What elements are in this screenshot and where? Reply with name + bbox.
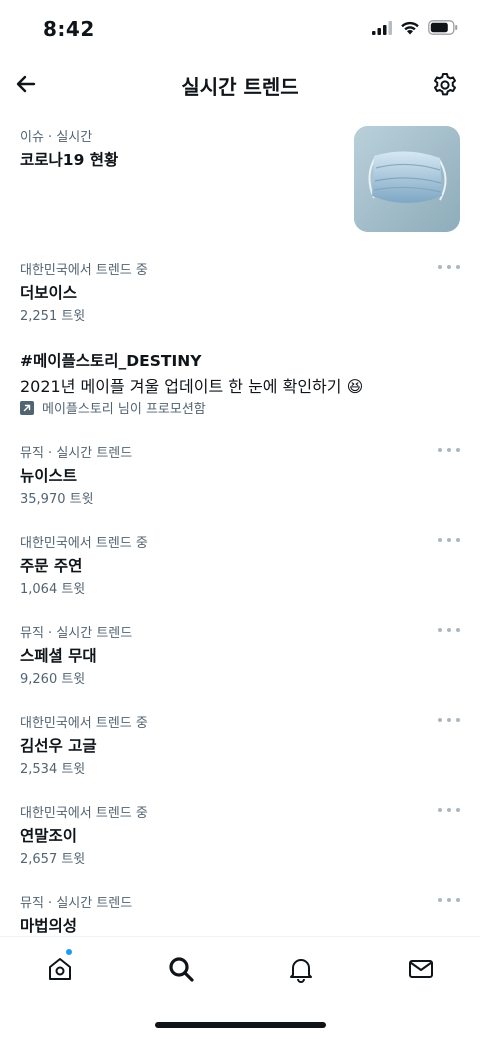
trend-tweet-count: 2,534 트윗 — [20, 762, 86, 777]
trend-tweet-count: 35,970 트윗 — [20, 492, 94, 507]
promoted-by: 메이플스토리 님이 프로모션함 — [20, 398, 206, 417]
trend-item[interactable]: 뮤직 · 실시간 트렌드 스페셜 무대 9,260 트윗 — [0, 615, 480, 695]
trend-name: 주문 주연 — [20, 557, 83, 575]
trend-item[interactable]: 대한민국에서 트렌드 중 연말조이 2,657 트윗 — [0, 795, 480, 875]
more-options-button[interactable] — [438, 443, 460, 457]
dot-icon — [438, 808, 442, 812]
dot-icon — [438, 628, 442, 632]
dot-icon — [456, 448, 460, 452]
promoted-trend[interactable]: #메이플스토리_DESTINY 2021년 메이플 겨울 업데이트 한 눈에 확… — [0, 340, 480, 424]
trend-context: 이슈 · 실시간 — [20, 130, 93, 145]
battery-icon — [428, 20, 458, 35]
dot-icon — [438, 718, 442, 722]
home-icon — [49, 958, 71, 980]
dot-icon — [456, 265, 460, 269]
more-options-button[interactable] — [438, 533, 460, 547]
promoted-description: 2021년 메이플 겨울 업데이트 한 눈에 확인하기 😆 — [20, 373, 363, 397]
settings-button[interactable] — [430, 70, 460, 100]
more-options-button[interactable] — [438, 893, 460, 907]
trend-item[interactable]: 뮤직 · 실시간 트렌드 마법의성 — [0, 885, 480, 935]
dot-icon — [456, 898, 460, 902]
promoted-by-label: 메이플스토리 님이 프로모션함 — [42, 402, 206, 417]
notification-dot — [65, 948, 73, 956]
face-mask-thumbnail[interactable] — [354, 126, 460, 232]
trend-item[interactable]: 대한민국에서 트렌드 중 김선우 고글 2,534 트윗 — [0, 705, 480, 785]
more-options-button[interactable] — [438, 260, 460, 274]
trend-item[interactable]: 대한민국에서 트렌드 중 더보이스 2,251 트윗 — [0, 252, 480, 332]
trend-tweet-count: 2,657 트윗 — [20, 852, 86, 867]
dot-icon — [456, 538, 460, 542]
page-title: 실시간 트렌드 — [181, 75, 299, 99]
dot-icon — [456, 628, 460, 632]
trend-item[interactable]: 대한민국에서 트렌드 중 주문 주연 1,064 트윗 — [0, 525, 480, 605]
trend-name: 연말조이 — [20, 827, 78, 845]
dot-icon — [447, 265, 451, 269]
dot-icon — [447, 718, 451, 722]
promoted-hashtag: #메이플스토리_DESTINY — [20, 352, 202, 370]
promoted-arrow-icon — [20, 400, 34, 415]
home-indicator — [155, 1022, 326, 1028]
dot-icon — [438, 448, 442, 452]
grinning-squinting-emoji: 😆 — [346, 377, 364, 396]
trend-name: 스페셜 무대 — [20, 647, 97, 665]
trend-context: 대한민국에서 트렌드 중 — [20, 716, 148, 731]
status-icons — [372, 20, 458, 35]
dot-icon — [438, 898, 442, 902]
trend-context: 대한민국에서 트렌드 중 — [20, 806, 148, 821]
wifi-icon — [401, 21, 419, 35]
more-options-button[interactable] — [438, 713, 460, 727]
dot-icon — [438, 538, 442, 542]
trend-context: 대한민국에서 트렌드 중 — [20, 536, 148, 551]
signal-icon — [372, 20, 392, 35]
tab-notifications[interactable] — [285, 953, 317, 985]
trend-context: 뮤직 · 실시간 트렌드 — [20, 446, 133, 461]
trend-item[interactable]: 뮤직 · 실시간 트렌드 뉴이스트 35,970 트윗 — [0, 435, 480, 515]
dot-icon — [447, 898, 451, 902]
tab-messages[interactable] — [405, 953, 437, 985]
trend-name: 더보이스 — [20, 284, 78, 302]
dot-icon — [456, 808, 460, 812]
dot-icon — [456, 718, 460, 722]
trend-context: 대한민국에서 트렌드 중 — [20, 263, 148, 278]
dot-icon — [447, 808, 451, 812]
more-options-button[interactable] — [438, 803, 460, 817]
dot-icon — [438, 265, 442, 269]
face-mask-image — [354, 126, 460, 232]
promoted-description-text: 2021년 메이플 겨울 업데이트 한 눈에 확인하기 — [20, 377, 342, 396]
trend-tweet-count: 2,251 트윗 — [20, 309, 86, 324]
header: 실시간 트렌드 — [0, 60, 480, 110]
trend-tweet-count: 9,260 트윗 — [20, 672, 86, 687]
more-options-button[interactable] — [438, 623, 460, 637]
status-time: 8:42 — [43, 17, 95, 41]
search-icon — [169, 957, 194, 982]
dot-icon — [447, 448, 451, 452]
trend-name: 뉴이스트 — [20, 467, 78, 485]
dot-icon — [447, 628, 451, 632]
mail-icon — [409, 960, 433, 978]
trend-name: 마법의성 — [20, 917, 78, 935]
trend-name: 김선우 고글 — [20, 737, 97, 755]
dot-icon — [447, 538, 451, 542]
status-bar: 8:42 — [0, 0, 480, 60]
tab-home[interactable] — [44, 953, 76, 985]
trend-context: 뮤직 · 실시간 트렌드 — [20, 626, 133, 641]
trend-context: 뮤직 · 실시간 트렌드 — [20, 896, 133, 911]
trend-tweet-count: 1,064 트윗 — [20, 582, 86, 597]
tab-search[interactable] — [165, 953, 197, 985]
gear-icon — [434, 73, 456, 96]
bell-icon — [290, 959, 312, 983]
trend-name: 코로나19 현황 — [20, 151, 119, 169]
